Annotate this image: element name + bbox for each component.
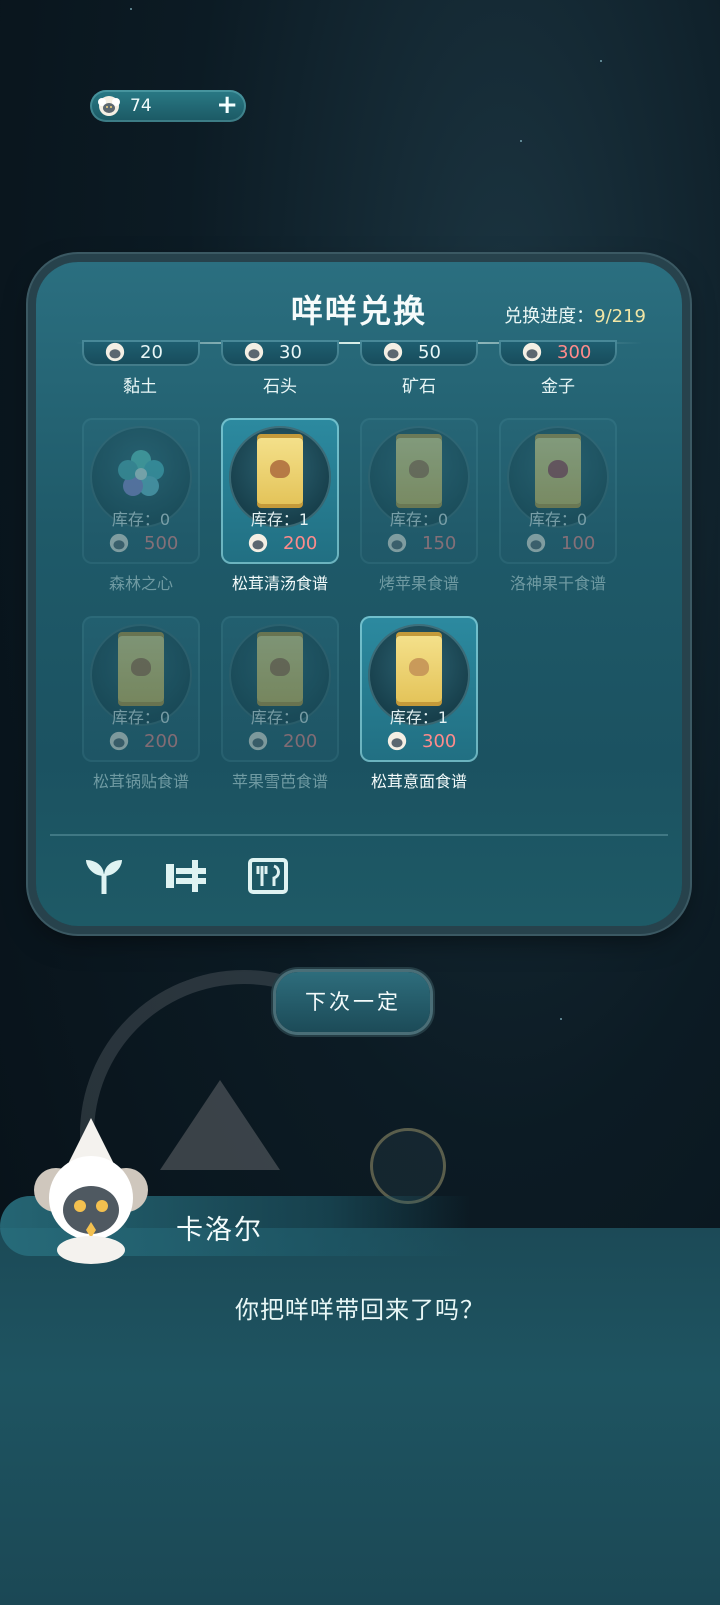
bench-icon (166, 860, 206, 892)
price-value: 30 (279, 342, 302, 363)
cost-value: 100 (561, 533, 596, 554)
recipe-scroll-icon (257, 636, 303, 702)
cost-value: 200 (283, 533, 318, 554)
cost-value: 500 (144, 533, 179, 554)
sheep-currency-icon (383, 342, 403, 362)
stock-label: 库存：0 (250, 708, 310, 727)
item-name: 苹果雪芭食谱 (231, 772, 328, 791)
cost-value: 200 (144, 731, 179, 752)
stock-label: 库存：0 (111, 708, 171, 727)
item-card-baked-apple-recipe[interactable]: 库存：0 150 (360, 418, 478, 564)
item-card-matsutake-potsticker-recipe[interactable]: 库存：0 200 (82, 616, 200, 762)
item-cost: 100 (499, 530, 617, 558)
cost-value: 200 (283, 731, 318, 752)
tab-recipes[interactable] (246, 856, 290, 896)
sheep-currency-icon (98, 96, 120, 116)
exchange-progress: 兑换进度：9/219 (504, 302, 646, 328)
price-pill: 20 (82, 340, 200, 366)
speaker-name: 卡洛尔 (176, 1215, 263, 1246)
dialog-box[interactable] (0, 1228, 720, 1605)
recipe-scroll-icon (396, 438, 442, 504)
price-pill: 50 (360, 340, 478, 366)
plus-icon[interactable]: + (216, 92, 238, 118)
item-cost: 200 (221, 728, 339, 756)
cost-value: 300 (422, 731, 457, 752)
item-name: 松茸清汤食谱 (231, 574, 328, 593)
sheep-currency-icon (109, 731, 129, 751)
item-name: 松茸锅贴食谱 (92, 772, 189, 791)
npc-sheep-avatar (34, 1118, 148, 1264)
item-card-matsutake-pasta-recipe[interactable]: 库存：1 300 (360, 616, 478, 762)
next-time-button[interactable]: 下次一定 (276, 972, 430, 1032)
star-decoration (560, 1018, 562, 1020)
price-pill: 300 (499, 340, 617, 366)
item-name: 洛神果干食谱 (509, 574, 606, 593)
price-value: 50 (418, 342, 441, 363)
cost-value: 150 (422, 533, 457, 554)
item-card-forest-heart[interactable]: 库存：0 500 (82, 418, 200, 564)
item-cost: 150 (360, 530, 478, 558)
item-cost: 300 (360, 728, 478, 756)
price-value: 20 (140, 342, 163, 363)
item-cost: 200 (221, 530, 339, 558)
price-item-name: 矿石 (402, 377, 436, 397)
item-cost: 500 (82, 530, 200, 558)
recipe-scroll-icon (535, 438, 581, 504)
sheep-currency-icon (244, 342, 264, 362)
currency-display: 74 + (90, 90, 246, 122)
sheep-currency-icon (387, 731, 407, 751)
currency-amount: 74 (130, 96, 152, 116)
tab-furniture[interactable] (164, 856, 208, 896)
stock-label: 库存：1 (250, 510, 310, 529)
sheep-currency-icon (248, 731, 268, 751)
sheep-currency-icon (248, 533, 268, 553)
star-decoration (600, 60, 602, 62)
sheep-currency-icon (526, 533, 546, 553)
wizard-hat-decoration (160, 1080, 280, 1170)
item-name: 森林之心 (108, 574, 173, 593)
dreamcatcher-decoration (370, 1128, 446, 1204)
stock-label: 库存：0 (528, 510, 588, 529)
recipe-icon (248, 858, 288, 894)
price-value: 300 (557, 342, 592, 363)
flower-icon (118, 450, 164, 496)
item-card-matsutake-soup-recipe[interactable]: 库存：1 200 (221, 418, 339, 564)
item-card-roselle-recipe[interactable]: 库存：0 100 (499, 418, 617, 564)
star-decoration (130, 8, 132, 10)
sheep-currency-icon (105, 342, 125, 362)
stock-label: 库存：1 (389, 708, 449, 727)
recipe-scroll-icon (257, 438, 303, 504)
sheep-currency-icon (387, 533, 407, 553)
price-item-name: 黏土 (123, 377, 157, 397)
item-card-apple-sorbet-recipe[interactable]: 库存：0 200 (221, 616, 339, 762)
item-name: 烤苹果食谱 (378, 574, 459, 593)
item-name: 松茸意面食谱 (370, 772, 467, 791)
progress-value: 9/219 (594, 306, 646, 327)
exchange-panel: 咩咩兑换 兑换进度：9/219 20 黏土 30 石头 50 矿石 300 金子… (36, 262, 682, 926)
tab-plants[interactable] (82, 856, 126, 896)
progress-label: 兑换进度： (504, 306, 595, 327)
recipe-scroll-icon (118, 636, 164, 702)
panel-divider (50, 834, 668, 836)
sheep-currency-icon (109, 533, 129, 553)
recipe-scroll-icon (396, 636, 442, 702)
sheep-currency-icon (522, 342, 542, 362)
item-cost: 200 (82, 728, 200, 756)
star-decoration (520, 140, 522, 142)
stock-label: 库存：0 (111, 510, 171, 529)
sprout-icon (86, 860, 122, 894)
price-pill: 30 (221, 340, 339, 366)
price-item-name: 石头 (263, 377, 297, 397)
price-item-name: 金子 (541, 377, 575, 397)
stock-label: 库存：0 (389, 510, 449, 529)
dialog-text: 你把咩咩带回来了吗？ (235, 1296, 485, 1324)
